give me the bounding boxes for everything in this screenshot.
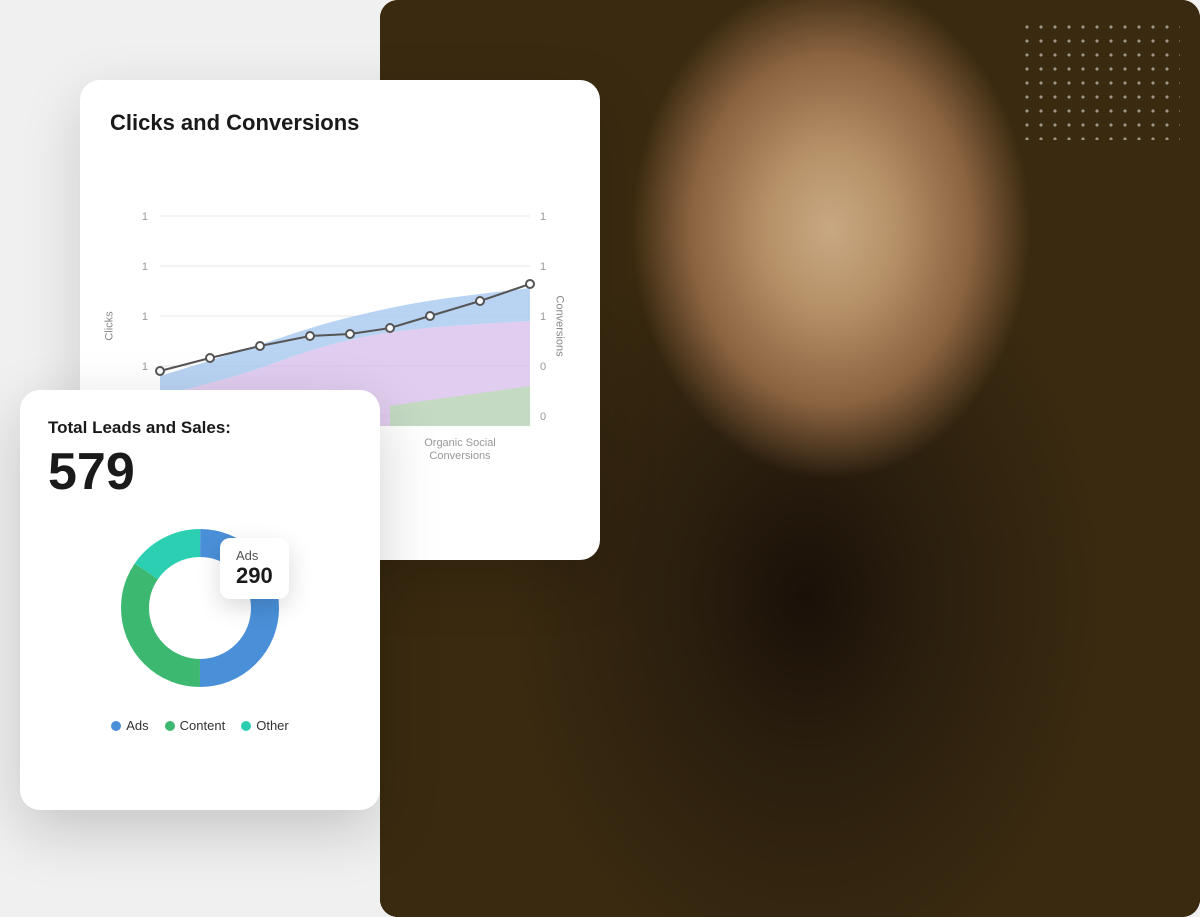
axis-left-label: Clicks bbox=[104, 311, 116, 340]
tooltip-label: Ads bbox=[236, 548, 273, 563]
legend-other-label: Other bbox=[256, 718, 289, 733]
svg-text:0: 0 bbox=[540, 411, 546, 423]
svg-text:1: 1 bbox=[142, 361, 148, 373]
legend-content-label: Content bbox=[180, 718, 226, 733]
line-dot bbox=[346, 330, 354, 338]
svg-text:1: 1 bbox=[540, 211, 546, 223]
line-dot bbox=[206, 354, 214, 362]
leads-sales-card: Total Leads and Sales: 579 Ads 290 bbox=[20, 390, 380, 810]
axis-right-label: Conversions bbox=[553, 295, 565, 356]
legend-ads-label: Ads bbox=[126, 718, 148, 733]
svg-text:Organic Social: Organic Social bbox=[424, 437, 496, 449]
line-dot bbox=[426, 312, 434, 320]
leads-title: Total Leads and Sales: bbox=[48, 418, 352, 438]
line-dot bbox=[386, 324, 394, 332]
tooltip-value: 290 bbox=[236, 563, 273, 589]
line-dot bbox=[306, 332, 314, 340]
line-dot bbox=[526, 280, 534, 288]
legend-other-dot bbox=[241, 721, 251, 731]
line-dot bbox=[156, 367, 164, 375]
svg-text:1: 1 bbox=[142, 211, 148, 223]
leads-total: 579 bbox=[48, 446, 352, 498]
legend-other: Other bbox=[241, 718, 289, 733]
legend-content: Content bbox=[165, 718, 226, 733]
line-dot bbox=[476, 297, 484, 305]
svg-text:Conversions: Conversions bbox=[429, 450, 491, 462]
svg-text:1: 1 bbox=[142, 311, 148, 323]
legend-ads: Ads bbox=[111, 718, 148, 733]
svg-text:0: 0 bbox=[540, 361, 546, 373]
svg-text:1: 1 bbox=[540, 311, 546, 323]
svg-text:1: 1 bbox=[142, 261, 148, 273]
scene: Clicks and Conversions Clicks Conversion… bbox=[0, 0, 1200, 917]
dots-grid-decoration bbox=[1020, 20, 1180, 140]
svg-text:1: 1 bbox=[540, 261, 546, 273]
card-main-title: Clicks and Conversions bbox=[110, 110, 570, 136]
chart-legend: Ads Content Other bbox=[48, 718, 352, 733]
donut-chart-container: Ads 290 bbox=[110, 518, 290, 698]
line-dot bbox=[256, 342, 264, 350]
legend-ads-dot bbox=[111, 721, 121, 731]
legend-content-dot bbox=[165, 721, 175, 731]
donut-tooltip: Ads 290 bbox=[220, 538, 289, 599]
